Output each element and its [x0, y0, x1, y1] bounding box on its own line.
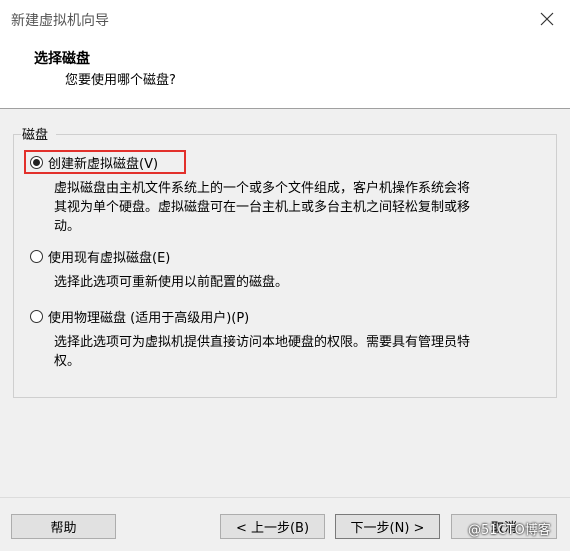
radio-use-physical-disk[interactable]: 使用物理磁盘 (适用于高级用户)(P): [30, 306, 249, 326]
page-subtitle: 您要使用哪个磁盘?: [65, 73, 176, 88]
radio-selected-dot: [33, 158, 40, 166]
window-title: 新建虚拟机向导: [11, 13, 109, 29]
title-bar: 新建虚拟机向导: [0, 0, 570, 38]
next-button[interactable]: 下一步(N) >: [335, 514, 440, 539]
description-line: 选择此选项可重新使用以前配置的磁盘。: [54, 275, 289, 290]
description-line: 动。: [54, 219, 81, 234]
radio-button[interactable]: [30, 155, 43, 169]
radio-create-new-disk[interactable]: 创建新虚拟磁盘(V): [30, 152, 158, 172]
radio-button[interactable]: [30, 249, 43, 263]
groupbox-border: [13, 134, 21, 135]
help-button[interactable]: 帮助: [11, 514, 116, 539]
radio-label: 创建新虚拟磁盘(V): [48, 156, 159, 172]
description-line: 权。: [54, 354, 81, 369]
option-description: 选择此选项可为虚拟机提供直接访问本地硬盘的权限。需要具有管理员特 权。: [54, 333, 544, 371]
radio-button[interactable]: [30, 309, 43, 323]
wizard-header: 选择磁盘 您要使用哪个磁盘?: [0, 38, 570, 109]
option-description: 选择此选项可重新使用以前配置的磁盘。: [54, 273, 544, 292]
close-button[interactable]: [524, 0, 570, 38]
footer-divider: [0, 497, 570, 498]
groupbox-legend: 磁盘: [22, 128, 49, 143]
radio-label: 使用现有虚拟磁盘(E): [48, 250, 171, 266]
back-button[interactable]: < 上一步(B): [220, 514, 325, 539]
radio-label: 使用物理磁盘 (适用于高级用户)(P): [48, 310, 250, 326]
option-description: 虚拟磁盘由主机文件系统上的一个或多个文件组成，客户机操作系统会将 其视为单个硬盘…: [54, 179, 544, 236]
close-icon: [540, 12, 554, 26]
watermark: @51CTO博客: [468, 523, 551, 538]
description-line: 选择此选项可为虚拟机提供直接访问本地硬盘的权限。需要具有管理员特: [54, 335, 471, 350]
radio-use-existing-disk[interactable]: 使用现有虚拟磁盘(E): [30, 246, 170, 266]
description-line: 虚拟磁盘由主机文件系统上的一个或多个文件组成，客户机操作系统会将: [54, 181, 471, 196]
groupbox-border: [56, 134, 556, 135]
page-title: 选择磁盘: [34, 51, 90, 67]
description-line: 其视为单个硬盘。虚拟磁盘可在一台主机上或多台主机之间轻松复制或移: [54, 200, 471, 215]
